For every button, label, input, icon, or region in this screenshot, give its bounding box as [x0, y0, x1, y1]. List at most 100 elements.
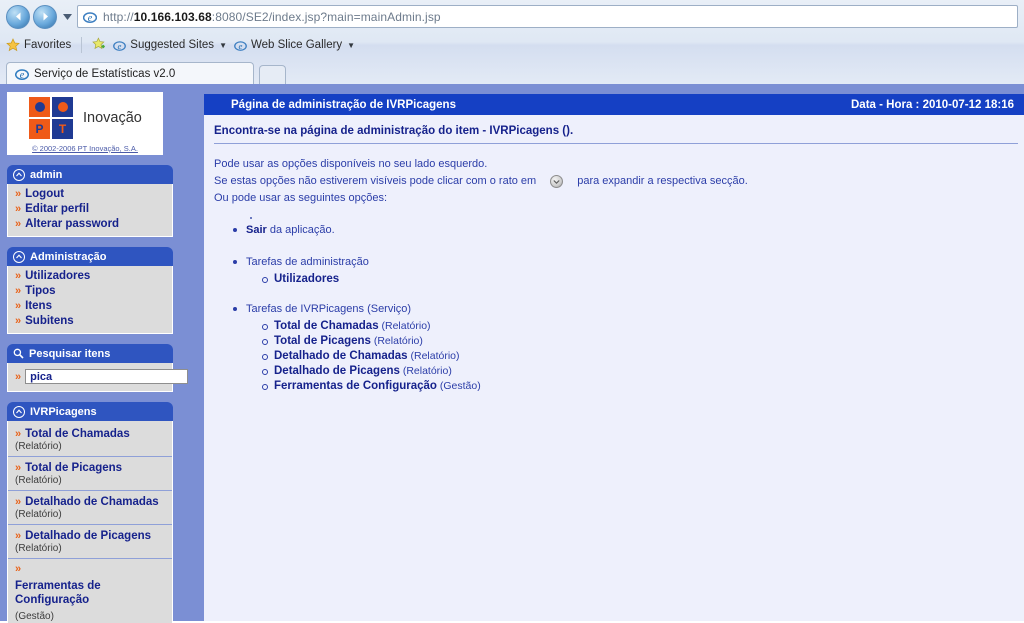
sidebar-item-alterar-password[interactable]: » Alterar password: [8, 217, 172, 232]
paragraph-text-before: Se estas opções não estiverem visíveis p…: [214, 175, 537, 187]
double-chevron-icon: »: [15, 188, 22, 200]
svg-text:e: e: [239, 41, 243, 51]
search-icon: [13, 348, 24, 359]
new-tab-button[interactable]: [259, 65, 286, 84]
sidebar-report-total-de-chamadas[interactable]: » Total de Chamadas (Relatório): [8, 423, 172, 457]
main-content: Página de administração de IVRPicagens D…: [204, 94, 1024, 621]
sub-list-service: Total de Chamadas (Relatório) Total de P…: [230, 319, 1024, 394]
section-header-admin[interactable]: admin: [7, 165, 173, 184]
list-item-sair[interactable]: Sair da aplicação.: [230, 222, 1024, 238]
tab-servico-de-estatisticas[interactable]: e Serviço de Estatísticas v2.0: [6, 62, 254, 84]
back-button[interactable]: [6, 4, 30, 29]
list-item-total-de-chamadas[interactable]: Total de Chamadas (Relatório): [260, 319, 1024, 334]
report-kind: (Gestão): [15, 611, 54, 622]
page-body: P T Inovação © 2002-2006 PT Inovação, S.…: [0, 87, 1024, 623]
logo: P T Inovação: [12, 97, 158, 139]
double-chevron-icon: »: [15, 300, 22, 312]
list-group-service-tasks: Tarefas de IVRPicagens (Serviço): [230, 301, 1024, 317]
double-chevron-icon: »: [15, 530, 22, 542]
sidebar-item-logout[interactable]: » Logout: [8, 187, 172, 202]
logo-cell-tl: [29, 97, 50, 117]
forward-button[interactable]: [33, 4, 57, 29]
url-prefix: http://: [103, 9, 134, 24]
svg-text:e: e: [87, 13, 92, 24]
list-item-ferramentas-de-configuracao[interactable]: Ferramentas de Configuração (Gestão): [260, 379, 1024, 394]
list-item-total-de-picagens[interactable]: Total de Picagens (Relatório): [260, 334, 1024, 349]
section-body-administracao: » Utilizadores » Tipos » Itens » Subiten…: [7, 266, 173, 334]
sidebar-report-total-de-picagens[interactable]: » Total de Picagens (Relatório): [8, 457, 172, 491]
expand-circle-icon: [13, 168, 25, 181]
sidebar-item-label: Tipos: [25, 285, 56, 297]
chevron-down-icon: ▼: [347, 40, 356, 50]
paragraph-expand-hint: Se estas opções não estiverem visíveis p…: [214, 173, 1024, 190]
sidebar-item-label: Alterar password: [25, 218, 120, 230]
sair-link[interactable]: Sair: [246, 224, 267, 236]
list-item-utilizadores[interactable]: Utilizadores: [260, 272, 1024, 287]
datetime-label: Data - Hora : 2010-07-12 18:16: [851, 98, 1014, 111]
double-chevron-icon: »: [15, 370, 22, 383]
sidebar-item-label: Logout: [25, 188, 65, 200]
list-item-detalhado-de-picagens[interactable]: Detalhado de Picagens (Relatório): [260, 364, 1024, 379]
sidebar-report-ferramentas-de-configuracao[interactable]: » Ferramentas de Configuração (Gestão): [8, 559, 172, 623]
sidebar-item-tipos[interactable]: » Tipos: [8, 284, 172, 299]
tab-bar: e Serviço de Estatísticas v2.0: [0, 57, 1024, 84]
report-name: Total de Picagens: [25, 462, 123, 474]
report-kind: (Relatório): [15, 543, 62, 554]
paragraph-text-after: para expandir a respectiva secção.: [577, 175, 748, 187]
search-row: »: [8, 366, 189, 387]
item-kind: (Relatório): [370, 335, 423, 347]
list-item-detalhado-de-chamadas[interactable]: Detalhado de Chamadas (Relatório): [260, 349, 1024, 364]
paragraph-options-left: Pode usar as opções disponíveis no seu l…: [214, 156, 1024, 173]
sidebar-item-label: Utilizadores: [25, 270, 91, 282]
report-name: Detalhado de Chamadas: [25, 496, 159, 508]
item-name: Detalhado de Picagens: [274, 365, 400, 377]
report-name: Total de Chamadas: [25, 428, 130, 440]
internet-explorer-icon: e: [113, 41, 127, 51]
main-header-bar: Página de administração de IVRPicagens D…: [204, 94, 1024, 115]
sidebar-item-label: Itens: [25, 300, 52, 312]
web-slice-gallery-button[interactable]: e Web Slice Gallery ▼: [234, 39, 355, 52]
item-name: Total de Chamadas: [274, 320, 379, 332]
search-input[interactable]: [25, 369, 189, 384]
web-slice-gallery-label: Web Slice Gallery: [250, 39, 343, 51]
sidebar-item-utilizadores[interactable]: » Utilizadores: [8, 269, 172, 284]
copyright-text: © 2002-2006 PT Inovação, S.A.: [32, 144, 138, 153]
double-chevron-icon: »: [15, 218, 22, 230]
section-header-administracao[interactable]: Administração: [7, 247, 173, 266]
suggested-sites-button[interactable]: e Suggested Sites ▼: [113, 39, 227, 52]
report-kind: (Relatório): [15, 441, 62, 452]
group-title: Tarefas de administração: [246, 256, 369, 268]
favorites-button[interactable]: Favorites: [6, 38, 71, 52]
recent-pages-button[interactable]: [60, 7, 74, 27]
stray-dot: [250, 217, 252, 219]
address-bar[interactable]: e http://10.166.103.68:8080/SE2/index.js…: [77, 5, 1018, 28]
suggested-sites-label: Suggested Sites: [130, 39, 215, 51]
sidebar-item-editar-perfil[interactable]: » Editar perfil: [8, 202, 172, 217]
logo-box: P T Inovação © 2002-2006 PT Inovação, S.…: [7, 92, 163, 155]
group-title: Tarefas de IVRPicagens (Serviço): [246, 303, 412, 315]
section-title: admin: [30, 168, 63, 181]
sidebar-section-ivrpicagens: IVRPicagens » Total de Chamadas (Relatór…: [7, 402, 173, 623]
section-title: IVRPicagens: [30, 405, 97, 418]
sidebar-item-subitens[interactable]: » Subitens: [8, 314, 172, 329]
address-bar-row: e http://10.166.103.68:8080/SE2/index.js…: [0, 0, 1024, 33]
item-kind: (Relatório): [378, 320, 431, 332]
section-header-pesquisar[interactable]: Pesquisar itens: [7, 344, 173, 363]
url-text: http://10.166.103.68:8080/SE2/index.jsp?…: [103, 10, 441, 24]
sidebar-report-detalhado-de-picagens[interactable]: » Detalhado de Picagens (Relatório): [8, 525, 172, 559]
options-list: Sair da aplicação. Tarefas de administra…: [204, 207, 1024, 394]
logo-wordmark: Inovação: [83, 110, 142, 126]
add-favorite-icon[interactable]: [92, 36, 106, 54]
item-kind: (Gestão): [436, 380, 481, 392]
sidebar-item-itens[interactable]: » Itens: [8, 299, 172, 314]
url-host: 10.166.103.68: [133, 9, 212, 24]
logo-cell-tr: [52, 97, 73, 117]
double-chevron-icon: »: [15, 496, 22, 508]
page-subtitle: Encontra-se na página de administração d…: [214, 125, 574, 137]
sub-list-admin: Utilizadores: [230, 272, 1024, 287]
sidebar-section-pesquisar: Pesquisar itens »: [7, 344, 189, 392]
sidebar-report-detalhado-de-chamadas[interactable]: » Detalhado de Chamadas (Relatório): [8, 491, 172, 525]
section-header-ivrpicagens[interactable]: IVRPicagens: [7, 402, 173, 421]
double-chevron-icon: »: [15, 315, 22, 327]
